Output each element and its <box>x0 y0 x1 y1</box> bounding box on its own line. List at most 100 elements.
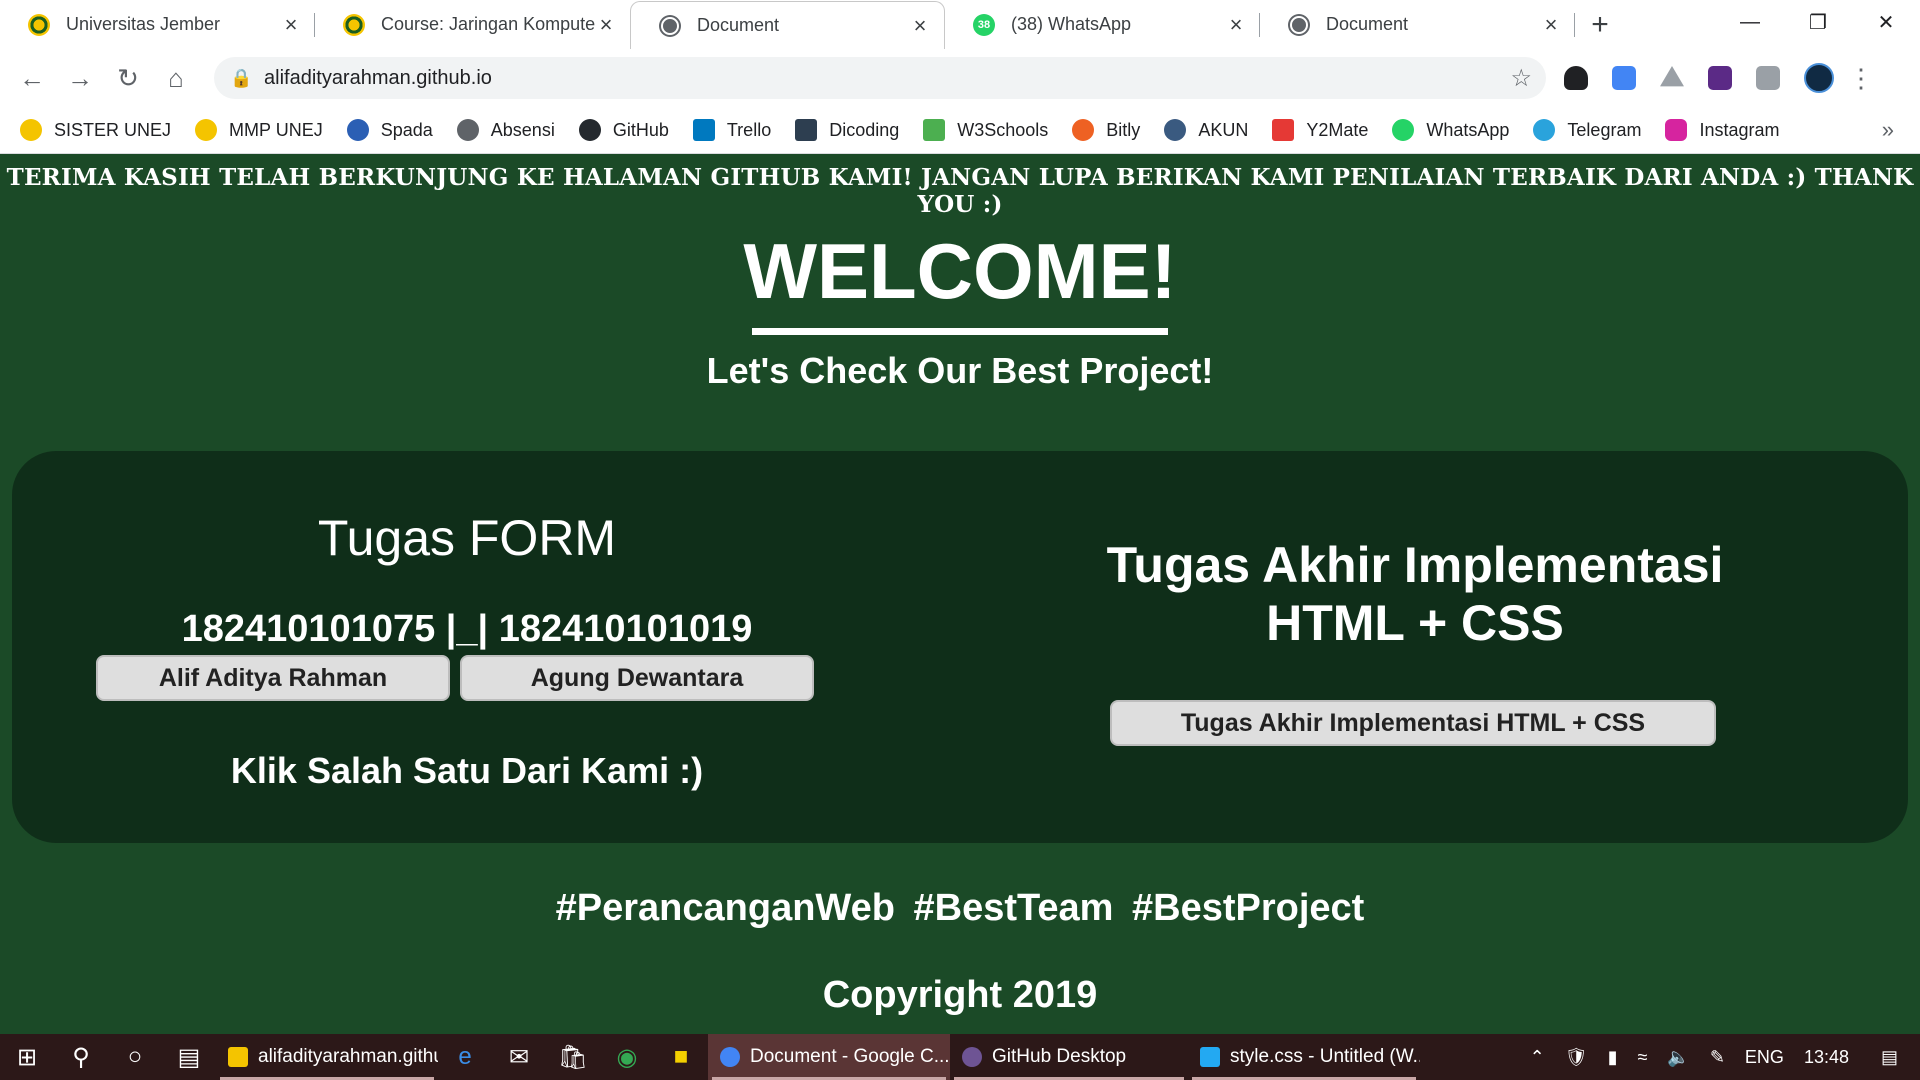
globe-icon <box>456 119 479 141</box>
trello-icon <box>692 119 715 141</box>
alif-button[interactable]: Alif Aditya Rahman <box>96 655 450 701</box>
folder-icon <box>228 1047 248 1067</box>
final-project-title-line2: HTML + CSS <box>1266 595 1564 651</box>
volume-icon[interactable]: 🔈 <box>1657 1047 1699 1068</box>
wifi-icon[interactable]: ≈ <box>1628 1047 1658 1068</box>
close-icon[interactable]: × <box>281 12 301 38</box>
security-icon[interactable]: 🛡 <box>1555 1047 1598 1068</box>
cloud-extension-icon[interactable] <box>1552 58 1600 98</box>
tab-document-active[interactable]: Document × <box>630 1 945 49</box>
final-project-button[interactable]: Tugas Akhir Implementasi HTML + CSS <box>1110 700 1716 746</box>
close-window-icon[interactable]: ✕ <box>1852 0 1920 44</box>
close-icon[interactable]: × <box>910 13 930 39</box>
sticky-notes-icon[interactable]: ■ <box>654 1034 708 1080</box>
forward-arrow-icon[interactable]: → <box>56 58 104 98</box>
back-arrow-icon[interactable]: ← <box>8 58 56 98</box>
chevron-double-right-icon[interactable]: » <box>1882 117 1894 143</box>
marquee-text: TERIMA KASIH TELAH BERKUNJUNG KE HALAMAN… <box>6 164 1914 218</box>
bookmark-spada[interactable]: Spada <box>346 119 433 141</box>
profile-avatar[interactable] <box>1804 63 1834 93</box>
agung-button[interactable]: Agung Dewantara <box>460 655 814 701</box>
bookmark-telegram[interactable]: Telegram <box>1533 119 1641 141</box>
store-icon[interactable]: 🛍 <box>546 1034 600 1080</box>
tab-universitas-jember[interactable]: Universitas Jember × <box>0 0 315 49</box>
page-content: TERIMA KASIH TELAH BERKUNJUNG KE HALAMAN… <box>0 154 1920 1034</box>
bookmark-absensi[interactable]: Absensi <box>456 119 555 141</box>
mail-icon[interactable]: ✉ <box>492 1034 546 1080</box>
bookmark-star-icon[interactable]: ☆ <box>1510 64 1532 93</box>
bookmark-github[interactable]: GitHub <box>578 119 669 141</box>
bookmarks-bar: SISTER UNEJ MMP UNEJ Spada Absensi GitHu… <box>0 107 1920 154</box>
tab-document[interactable]: Document × <box>1260 0 1575 49</box>
tab-strip: Universitas Jember × Course: Jaringan Ko… <box>0 0 1920 49</box>
google-drive-icon[interactable] <box>1648 58 1696 98</box>
home-icon[interactable]: ⌂ <box>152 58 200 98</box>
battery-icon[interactable]: ▮ <box>1598 1047 1628 1068</box>
instagram-icon <box>1665 119 1688 141</box>
welcome-underline <box>752 328 1168 335</box>
more-menu-icon[interactable]: ⋮ <box>1846 63 1876 94</box>
language-indicator[interactable]: ENG <box>1735 1047 1794 1068</box>
system-tray: ⌃ 🛡 ▮ ≈ 🔈 ✎ ENG 13:48 ▤ <box>1520 1034 1920 1080</box>
projects-panel: Tugas FORM 182410101075 |_| 182410101019… <box>12 451 1908 843</box>
taskbar-app-github-desktop[interactable]: GitHub Desktop <box>950 1034 1188 1080</box>
url-text[interactable]: alifadityarahman.github.io <box>264 67 1510 90</box>
bookmark-w3schools[interactable]: W3Schools <box>923 119 1048 141</box>
task-view-icon[interactable]: ▤ <box>162 1034 216 1080</box>
mmp-unej-icon <box>195 119 218 141</box>
clock[interactable]: 13:48 <box>1794 1047 1859 1068</box>
notification-icon[interactable]: ▤ <box>1859 1047 1920 1068</box>
telegram-icon <box>1533 119 1556 141</box>
tab-label: (38) WhatsApp <box>1011 14 1132 34</box>
lock-icon[interactable]: 🔒 <box>230 68 252 89</box>
globe-icon <box>659 14 681 37</box>
address-bar[interactable]: 🔒 alifadityarahman.github.io ☆ <box>214 57 1546 99</box>
taskbar-app-chrome[interactable]: Document - Google C... <box>708 1034 950 1080</box>
chrome-icon[interactable]: ◉ <box>600 1034 654 1080</box>
taskbar-app-file-explorer[interactable]: alifadityarahman.githu... <box>216 1034 438 1080</box>
tab-label: Document <box>1326 14 1409 34</box>
restore-icon[interactable]: ❐ <box>1784 0 1852 44</box>
tab-label: Universitas Jember <box>66 14 221 34</box>
close-icon[interactable]: × <box>596 12 616 38</box>
close-icon[interactable]: × <box>1226 12 1246 38</box>
bookmark-trello[interactable]: Trello <box>692 119 771 141</box>
search-icon[interactable]: ⚲ <box>54 1034 108 1080</box>
minimize-icon[interactable]: — <box>1716 0 1784 44</box>
w3schools-icon <box>923 119 946 141</box>
windows-start-icon[interactable]: ⊞ <box>0 1034 54 1080</box>
spada-icon <box>346 119 369 141</box>
form-section: Tugas FORM 182410101075 |_| 182410101019… <box>12 451 922 843</box>
nim-text: 182410101075 |_| 182410101019 <box>181 608 753 650</box>
tab-whatsapp[interactable]: 38 (38) WhatsApp × <box>945 0 1260 49</box>
dicoding-icon <box>795 119 818 141</box>
click-hint: Klik Salah Satu Dari Kami :) <box>230 750 704 791</box>
bookmark-akun[interactable]: AKUN <box>1164 119 1248 141</box>
close-tab-extension-icon[interactable] <box>1696 58 1744 98</box>
sister-unej-icon <box>20 119 42 141</box>
bookmark-dicoding[interactable]: Dicoding <box>795 119 899 141</box>
new-tab-button[interactable]: + <box>1575 0 1625 49</box>
close-icon[interactable]: × <box>1541 12 1561 38</box>
bookmark-bitly[interactable]: Bitly <box>1072 119 1140 141</box>
cortana-icon[interactable]: ○ <box>108 1034 162 1080</box>
google-translate-icon[interactable] <box>1600 58 1648 98</box>
edge-icon[interactable]: e <box>438 1034 492 1080</box>
chevron-up-icon[interactable]: ⌃ <box>1520 1047 1555 1068</box>
tab-course-jaringan[interactable]: Course: Jaringan Komputer × <box>315 0 630 49</box>
github-desktop-icon <box>962 1047 982 1067</box>
line-extension-icon[interactable] <box>1744 58 1792 98</box>
tab-label: Document <box>697 15 780 35</box>
pen-icon[interactable]: ✎ <box>1700 1047 1735 1068</box>
window-controls: — ❐ ✕ <box>1716 0 1920 44</box>
bookmark-instagram[interactable]: Instagram <box>1665 119 1780 141</box>
uj-logo-icon <box>343 13 365 36</box>
bookmark-y2mate[interactable]: Y2Mate <box>1272 119 1368 141</box>
taskbar-app-vscode[interactable]: style.css - Untitled (W... <box>1188 1034 1420 1080</box>
reload-icon[interactable]: ↻ <box>104 58 152 98</box>
bookmark-mmp-unej[interactable]: MMP UNEJ <box>195 119 323 141</box>
bookmark-whatsapp[interactable]: WhatsApp <box>1392 119 1509 141</box>
vscode-icon <box>1200 1047 1220 1067</box>
bookmark-sister-unej[interactable]: SISTER UNEJ <box>20 119 171 141</box>
form-title: Tugas FORM <box>317 510 617 566</box>
